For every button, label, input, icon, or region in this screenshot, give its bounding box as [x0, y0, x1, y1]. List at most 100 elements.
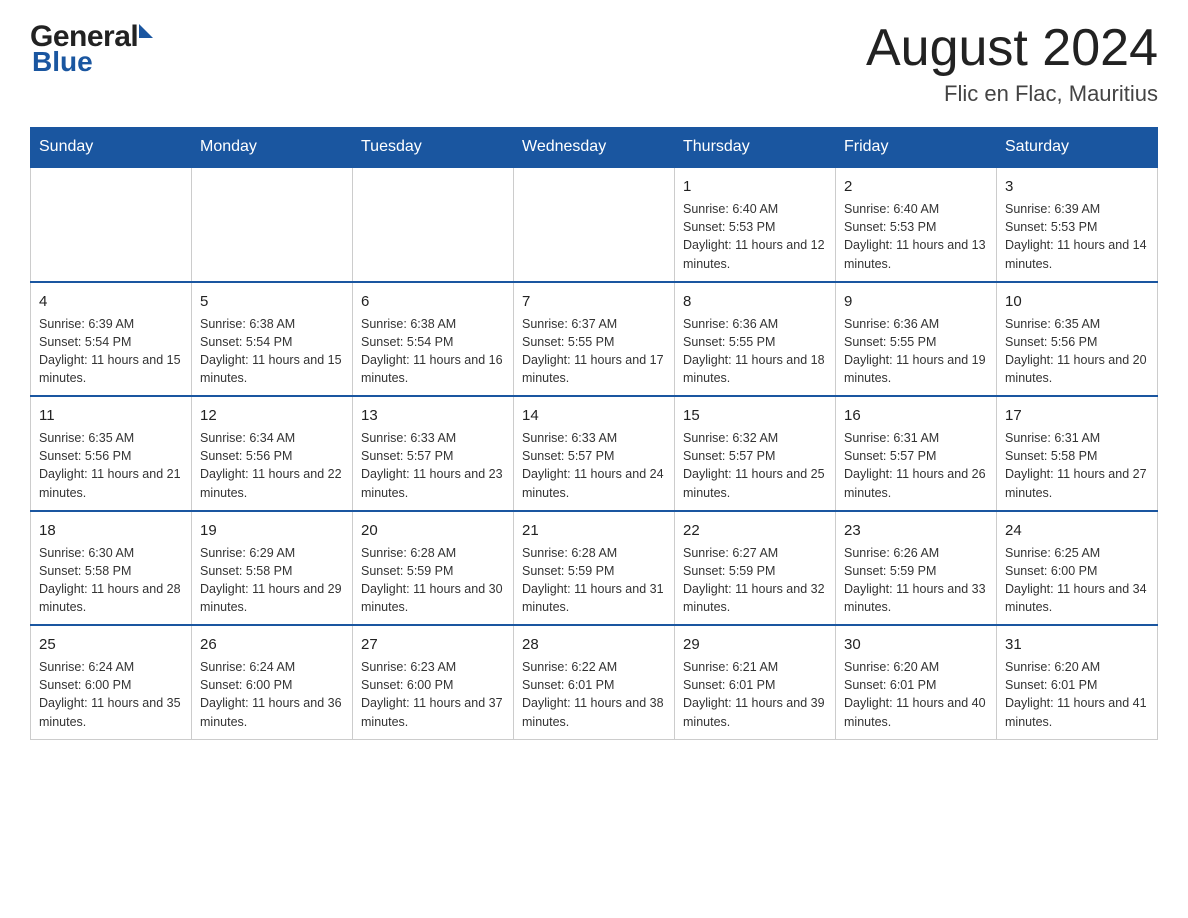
day-number: 15 [683, 405, 827, 426]
calendar-cell: 30 Sunrise: 6:20 AM Sunset: 6:01 PM Dayli… [836, 625, 997, 739]
day-info: Sunrise: 6:26 AM Sunset: 5:59 PM Dayligh… [844, 544, 988, 617]
calendar-cell: 29 Sunrise: 6:21 AM Sunset: 6:01 PM Dayli… [675, 625, 836, 739]
day-info: Sunrise: 6:22 AM Sunset: 6:01 PM Dayligh… [522, 658, 666, 731]
day-number: 18 [39, 520, 183, 541]
day-number: 31 [1005, 634, 1149, 655]
calendar-week-row: 4Sunrise: 6:39 AM Sunset: 5:54 PM Daylig… [31, 282, 1158, 397]
weekday-header-thursday: Thursday [675, 128, 836, 168]
calendar-cell: 18 Sunrise: 6:30 AM Sunset: 5:58 PM Dayli… [31, 511, 192, 626]
day-info: Sunrise: 6:33 AM Sunset: 5:57 PM Dayligh… [522, 429, 666, 502]
day-info: Sunrise: 6:20 AM Sunset: 6:01 PM Dayligh… [1005, 658, 1149, 731]
calendar-cell: 26 Sunrise: 6:24 AM Sunset: 6:00 PM Dayli… [192, 625, 353, 739]
day-number: 10 [1005, 291, 1149, 312]
day-number: 2 [844, 176, 988, 197]
logo: General Blue [30, 20, 153, 78]
day-info: Sunrise: 6:39 AM Sunset: 5:53 PM Dayligh… [1005, 200, 1149, 273]
calendar-cell: 11 Sunrise: 6:35 AM Sunset: 5:56 PM Dayli… [31, 396, 192, 511]
calendar-week-row: 18 Sunrise: 6:30 AM Sunset: 5:58 PM Dayli… [31, 511, 1158, 626]
day-number: 26 [200, 634, 344, 655]
day-number: 25 [39, 634, 183, 655]
weekday-header-row: SundayMondayTuesdayWednesdayThursdayFrid… [31, 128, 1158, 168]
day-number: 12 [200, 405, 344, 426]
day-number: 11 [39, 405, 183, 426]
day-info: Sunrise: 6:29 AM Sunset: 5:58 PM Dayligh… [200, 544, 344, 617]
calendar-cell: 13Sunrise: 6:33 AM Sunset: 5:57 PM Dayli… [353, 396, 514, 511]
title-block: August 2024 Flic en Flac, Mauritius [866, 20, 1158, 107]
calendar-week-row: 1 Sunrise: 6:40 AM Sunset: 5:53 PM Daylig… [31, 167, 1158, 282]
day-number: 8 [683, 291, 827, 312]
day-number: 3 [1005, 176, 1149, 197]
day-info: Sunrise: 6:34 AM Sunset: 5:56 PM Dayligh… [200, 429, 344, 502]
day-info: Sunrise: 6:24 AM Sunset: 6:00 PM Dayligh… [39, 658, 183, 731]
weekday-header-saturday: Saturday [997, 128, 1158, 168]
weekday-header-sunday: Sunday [31, 128, 192, 168]
day-info: Sunrise: 6:36 AM Sunset: 5:55 PM Dayligh… [844, 315, 988, 388]
calendar-cell: 28 Sunrise: 6:22 AM Sunset: 6:01 PM Dayli… [514, 625, 675, 739]
day-number: 29 [683, 634, 827, 655]
day-info: Sunrise: 6:27 AM Sunset: 5:59 PM Dayligh… [683, 544, 827, 617]
calendar-cell: 4Sunrise: 6:39 AM Sunset: 5:54 PM Daylig… [31, 282, 192, 397]
day-number: 28 [522, 634, 666, 655]
calendar-week-row: 11 Sunrise: 6:35 AM Sunset: 5:56 PM Dayli… [31, 396, 1158, 511]
day-info: Sunrise: 6:25 AM Sunset: 6:00 PM Dayligh… [1005, 544, 1149, 617]
day-info: Sunrise: 6:35 AM Sunset: 5:56 PM Dayligh… [39, 429, 183, 502]
day-info: Sunrise: 6:20 AM Sunset: 6:01 PM Dayligh… [844, 658, 988, 731]
day-info: Sunrise: 6:35 AM Sunset: 5:56 PM Dayligh… [1005, 315, 1149, 388]
calendar-cell: 2Sunrise: 6:40 AM Sunset: 5:53 PM Daylig… [836, 167, 997, 282]
day-number: 16 [844, 405, 988, 426]
day-number: 6 [361, 291, 505, 312]
calendar-cell: 9 Sunrise: 6:36 AM Sunset: 5:55 PM Daylig… [836, 282, 997, 397]
calendar-cell: 24 Sunrise: 6:25 AM Sunset: 6:00 PM Dayli… [997, 511, 1158, 626]
day-info: Sunrise: 6:40 AM Sunset: 5:53 PM Dayligh… [683, 200, 827, 273]
day-info: Sunrise: 6:28 AM Sunset: 5:59 PM Dayligh… [361, 544, 505, 617]
day-number: 9 [844, 291, 988, 312]
day-number: 1 [683, 176, 827, 197]
day-number: 22 [683, 520, 827, 541]
calendar-cell: 21Sunrise: 6:28 AM Sunset: 5:59 PM Dayli… [514, 511, 675, 626]
weekday-header-wednesday: Wednesday [514, 128, 675, 168]
logo-arrow-icon [139, 24, 153, 38]
day-info: Sunrise: 6:37 AM Sunset: 5:55 PM Dayligh… [522, 315, 666, 388]
calendar-cell [31, 167, 192, 282]
day-info: Sunrise: 6:21 AM Sunset: 6:01 PM Dayligh… [683, 658, 827, 731]
calendar-cell: 15Sunrise: 6:32 AM Sunset: 5:57 PM Dayli… [675, 396, 836, 511]
logo-blue-text: Blue [30, 46, 93, 78]
day-number: 24 [1005, 520, 1149, 541]
calendar-cell: 17Sunrise: 6:31 AM Sunset: 5:58 PM Dayli… [997, 396, 1158, 511]
day-info: Sunrise: 6:23 AM Sunset: 6:00 PM Dayligh… [361, 658, 505, 731]
calendar-week-row: 25 Sunrise: 6:24 AM Sunset: 6:00 PM Dayli… [31, 625, 1158, 739]
calendar-cell: 1 Sunrise: 6:40 AM Sunset: 5:53 PM Daylig… [675, 167, 836, 282]
day-info: Sunrise: 6:38 AM Sunset: 5:54 PM Dayligh… [200, 315, 344, 388]
day-info: Sunrise: 6:39 AM Sunset: 5:54 PM Dayligh… [39, 315, 183, 388]
calendar-cell: 16Sunrise: 6:31 AM Sunset: 5:57 PM Dayli… [836, 396, 997, 511]
calendar-cell: 6Sunrise: 6:38 AM Sunset: 5:54 PM Daylig… [353, 282, 514, 397]
day-info: Sunrise: 6:31 AM Sunset: 5:58 PM Dayligh… [1005, 429, 1149, 502]
day-number: 19 [200, 520, 344, 541]
day-info: Sunrise: 6:36 AM Sunset: 5:55 PM Dayligh… [683, 315, 827, 388]
calendar-cell: 14 Sunrise: 6:33 AM Sunset: 5:57 PM Dayli… [514, 396, 675, 511]
calendar-cell: 10 Sunrise: 6:35 AM Sunset: 5:56 PM Dayli… [997, 282, 1158, 397]
page-header: General Blue August 2024 Flic en Flac, M… [30, 20, 1158, 107]
calendar-cell [514, 167, 675, 282]
calendar-cell: 25 Sunrise: 6:24 AM Sunset: 6:00 PM Dayli… [31, 625, 192, 739]
calendar-cell: 12 Sunrise: 6:34 AM Sunset: 5:56 PM Dayli… [192, 396, 353, 511]
calendar-cell: 27Sunrise: 6:23 AM Sunset: 6:00 PM Dayli… [353, 625, 514, 739]
calendar-cell: 23 Sunrise: 6:26 AM Sunset: 5:59 PM Dayli… [836, 511, 997, 626]
calendar-cell: 8 Sunrise: 6:36 AM Sunset: 5:55 PM Daylig… [675, 282, 836, 397]
day-number: 20 [361, 520, 505, 541]
day-number: 23 [844, 520, 988, 541]
weekday-header-monday: Monday [192, 128, 353, 168]
day-info: Sunrise: 6:24 AM Sunset: 6:00 PM Dayligh… [200, 658, 344, 731]
calendar-cell: 22 Sunrise: 6:27 AM Sunset: 5:59 PM Dayli… [675, 511, 836, 626]
calendar-cell: 7Sunrise: 6:37 AM Sunset: 5:55 PM Daylig… [514, 282, 675, 397]
weekday-header-friday: Friday [836, 128, 997, 168]
day-info: Sunrise: 6:28 AM Sunset: 5:59 PM Dayligh… [522, 544, 666, 617]
day-number: 14 [522, 405, 666, 426]
location: Flic en Flac, Mauritius [866, 81, 1158, 107]
calendar-cell: 31 Sunrise: 6:20 AM Sunset: 6:01 PM Dayli… [997, 625, 1158, 739]
day-info: Sunrise: 6:30 AM Sunset: 5:58 PM Dayligh… [39, 544, 183, 617]
calendar-cell: 20 Sunrise: 6:28 AM Sunset: 5:59 PM Dayli… [353, 511, 514, 626]
day-number: 30 [844, 634, 988, 655]
calendar-cell [353, 167, 514, 282]
day-info: Sunrise: 6:33 AM Sunset: 5:57 PM Dayligh… [361, 429, 505, 502]
